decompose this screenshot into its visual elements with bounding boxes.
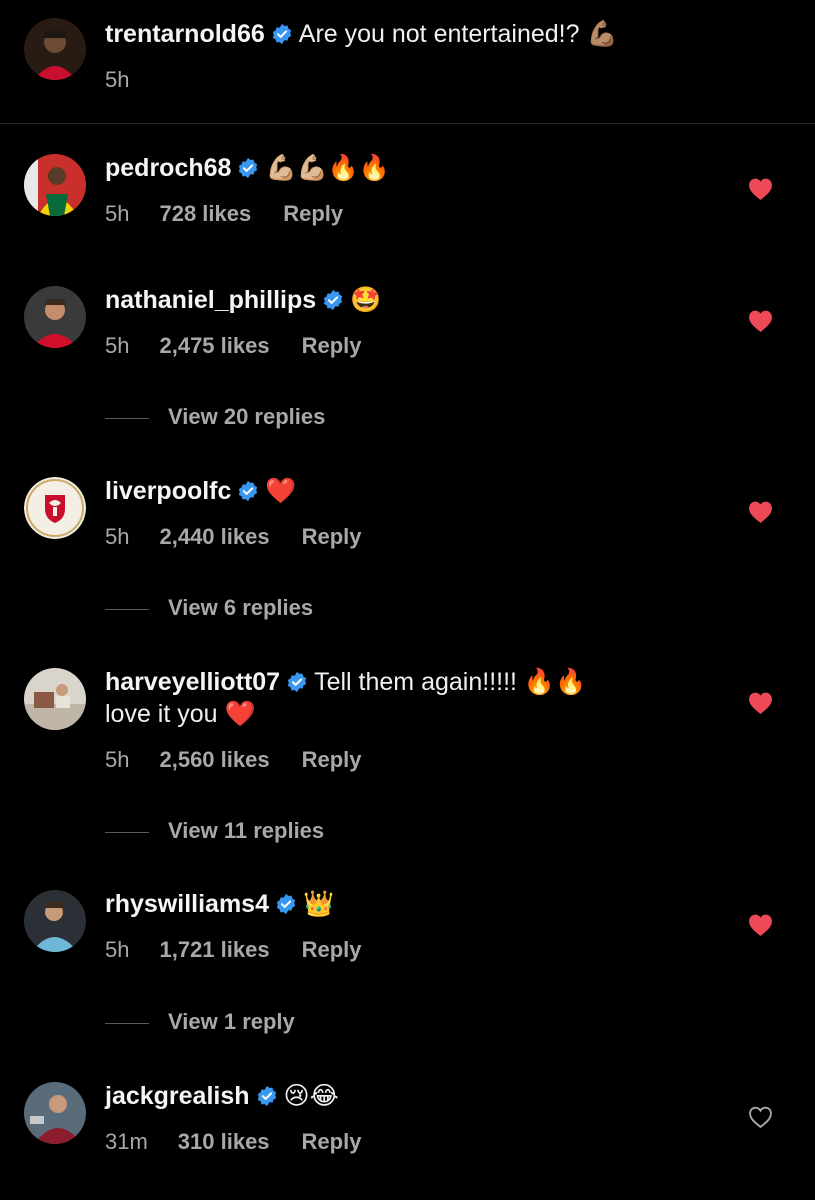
view-replies-link[interactable]: View 20 replies (105, 403, 325, 431)
caption-text: Are you not entertained!? 💪🏽 (298, 20, 618, 48)
likes-count[interactable]: 728 likes (159, 200, 251, 228)
liked-heart-icon[interactable] (748, 691, 773, 715)
comment-time: 5h (105, 524, 130, 549)
verified-badge-icon (237, 480, 259, 502)
reply-button[interactable]: Reply (302, 936, 362, 964)
verified-badge-icon (256, 1085, 278, 1107)
avatar-rhyswilliams4[interactable] (24, 890, 86, 952)
verified-badge-icon (275, 893, 297, 915)
verified-badge-icon (271, 23, 293, 45)
verified-badge-icon (286, 671, 308, 693)
comment-time: 5h (105, 333, 130, 358)
comment-text: 😢😂 (283, 1082, 339, 1110)
username[interactable]: liverpoolfc (105, 477, 231, 505)
comment-meta: 5h 1,721 likes Reply (105, 936, 362, 964)
username[interactable]: jackgrealish (105, 1082, 250, 1110)
comment-time: 31m (105, 1129, 148, 1154)
username[interactable]: nathaniel_phillips (105, 286, 316, 314)
comment-line: jackgrealish 😢😂 (105, 1080, 339, 1112)
username[interactable]: harveyelliott07 (105, 668, 280, 696)
comment-line: harveyelliott07 Tell them again!!!!! 🔥🔥 (105, 666, 586, 698)
username[interactable]: trentarnold66 (105, 20, 265, 48)
comment-text: ❤️ (265, 477, 297, 505)
avatar-liverpoolfc[interactable] (24, 477, 86, 539)
replies-dash (105, 608, 149, 610)
view-replies-link[interactable]: View 6 replies (105, 594, 313, 622)
reply-button[interactable]: Reply (302, 746, 362, 774)
comment-time: 5h (105, 747, 130, 772)
reply-button[interactable]: Reply (302, 332, 362, 360)
likes-count[interactable]: 310 likes (178, 1128, 270, 1156)
view-replies-link[interactable]: View 1 reply (105, 1008, 295, 1036)
comment-meta: 5h 2,440 likes Reply (105, 523, 362, 551)
caption-line: trentarnold66 Are you not entertained!? 💪… (105, 18, 618, 50)
view-replies-label: View 6 replies (168, 595, 314, 620)
liked-heart-icon[interactable] (748, 177, 773, 201)
heart-outline-icon[interactable] (748, 1105, 773, 1129)
view-replies-link[interactable]: View 11 replies (105, 817, 324, 845)
comment-text: 👑 (302, 890, 335, 918)
view-replies-label: View 20 replies (168, 404, 326, 429)
likes-count[interactable]: 1,721 likes (159, 936, 269, 964)
comment-line: rhyswilliams4 👑 (105, 888, 334, 920)
comment-line: nathaniel_phillips 🤩 (105, 284, 381, 316)
reply-button[interactable]: Reply (302, 1128, 362, 1156)
username[interactable]: rhyswilliams4 (105, 890, 269, 918)
likes-count[interactable]: 2,440 likes (159, 523, 269, 551)
username[interactable]: pedroch68 (105, 154, 231, 182)
liked-heart-icon[interactable] (748, 913, 773, 937)
comment-meta: 5h 728 likes Reply (105, 200, 343, 228)
likes-count[interactable]: 2,475 likes (159, 332, 269, 360)
comment-meta: 31m 310 likes Reply (105, 1128, 361, 1156)
comment-time: 5h (105, 937, 130, 962)
avatar-harveyelliott07[interactable] (24, 668, 86, 730)
likes-count[interactable]: 2,560 likes (159, 746, 269, 774)
comment-text: 💪🏼💪🏼🔥🔥 (265, 154, 390, 182)
divider (0, 123, 815, 124)
avatar-trentarnold66[interactable] (24, 18, 86, 80)
comment-line: pedroch68 💪🏼💪🏼🔥🔥 (105, 152, 390, 184)
comment-meta: 5h 2,560 likes Reply (105, 746, 362, 774)
comment-meta: 5h 2,475 likes Reply (105, 332, 362, 360)
replies-dash (105, 831, 149, 833)
comment-time: 5h (105, 201, 130, 226)
avatar-pedroch68[interactable] (24, 154, 86, 216)
post-meta: 5h (105, 66, 129, 94)
replies-dash (105, 1022, 149, 1024)
liked-heart-icon[interactable] (748, 500, 773, 524)
verified-badge-icon (237, 157, 259, 179)
comment-line: liverpoolfc ❤️ (105, 475, 297, 507)
comment-text: 🤩 (350, 286, 382, 314)
view-replies-label: View 1 reply (168, 1009, 295, 1034)
liked-heart-icon[interactable] (748, 309, 773, 333)
post-time: 5h (105, 67, 130, 92)
verified-badge-icon (322, 289, 344, 311)
comment-text: Tell them again!!!!! 🔥🔥 (314, 668, 587, 696)
reply-button[interactable]: Reply (283, 200, 343, 228)
comment-text-line2: love it you ❤️ (105, 700, 256, 728)
avatar-nathaniel-phillips[interactable] (24, 286, 86, 348)
reply-button[interactable]: Reply (302, 523, 362, 551)
view-replies-label: View 11 replies (168, 818, 325, 843)
replies-dash (105, 417, 149, 419)
avatar-jackgrealish[interactable] (24, 1082, 86, 1144)
